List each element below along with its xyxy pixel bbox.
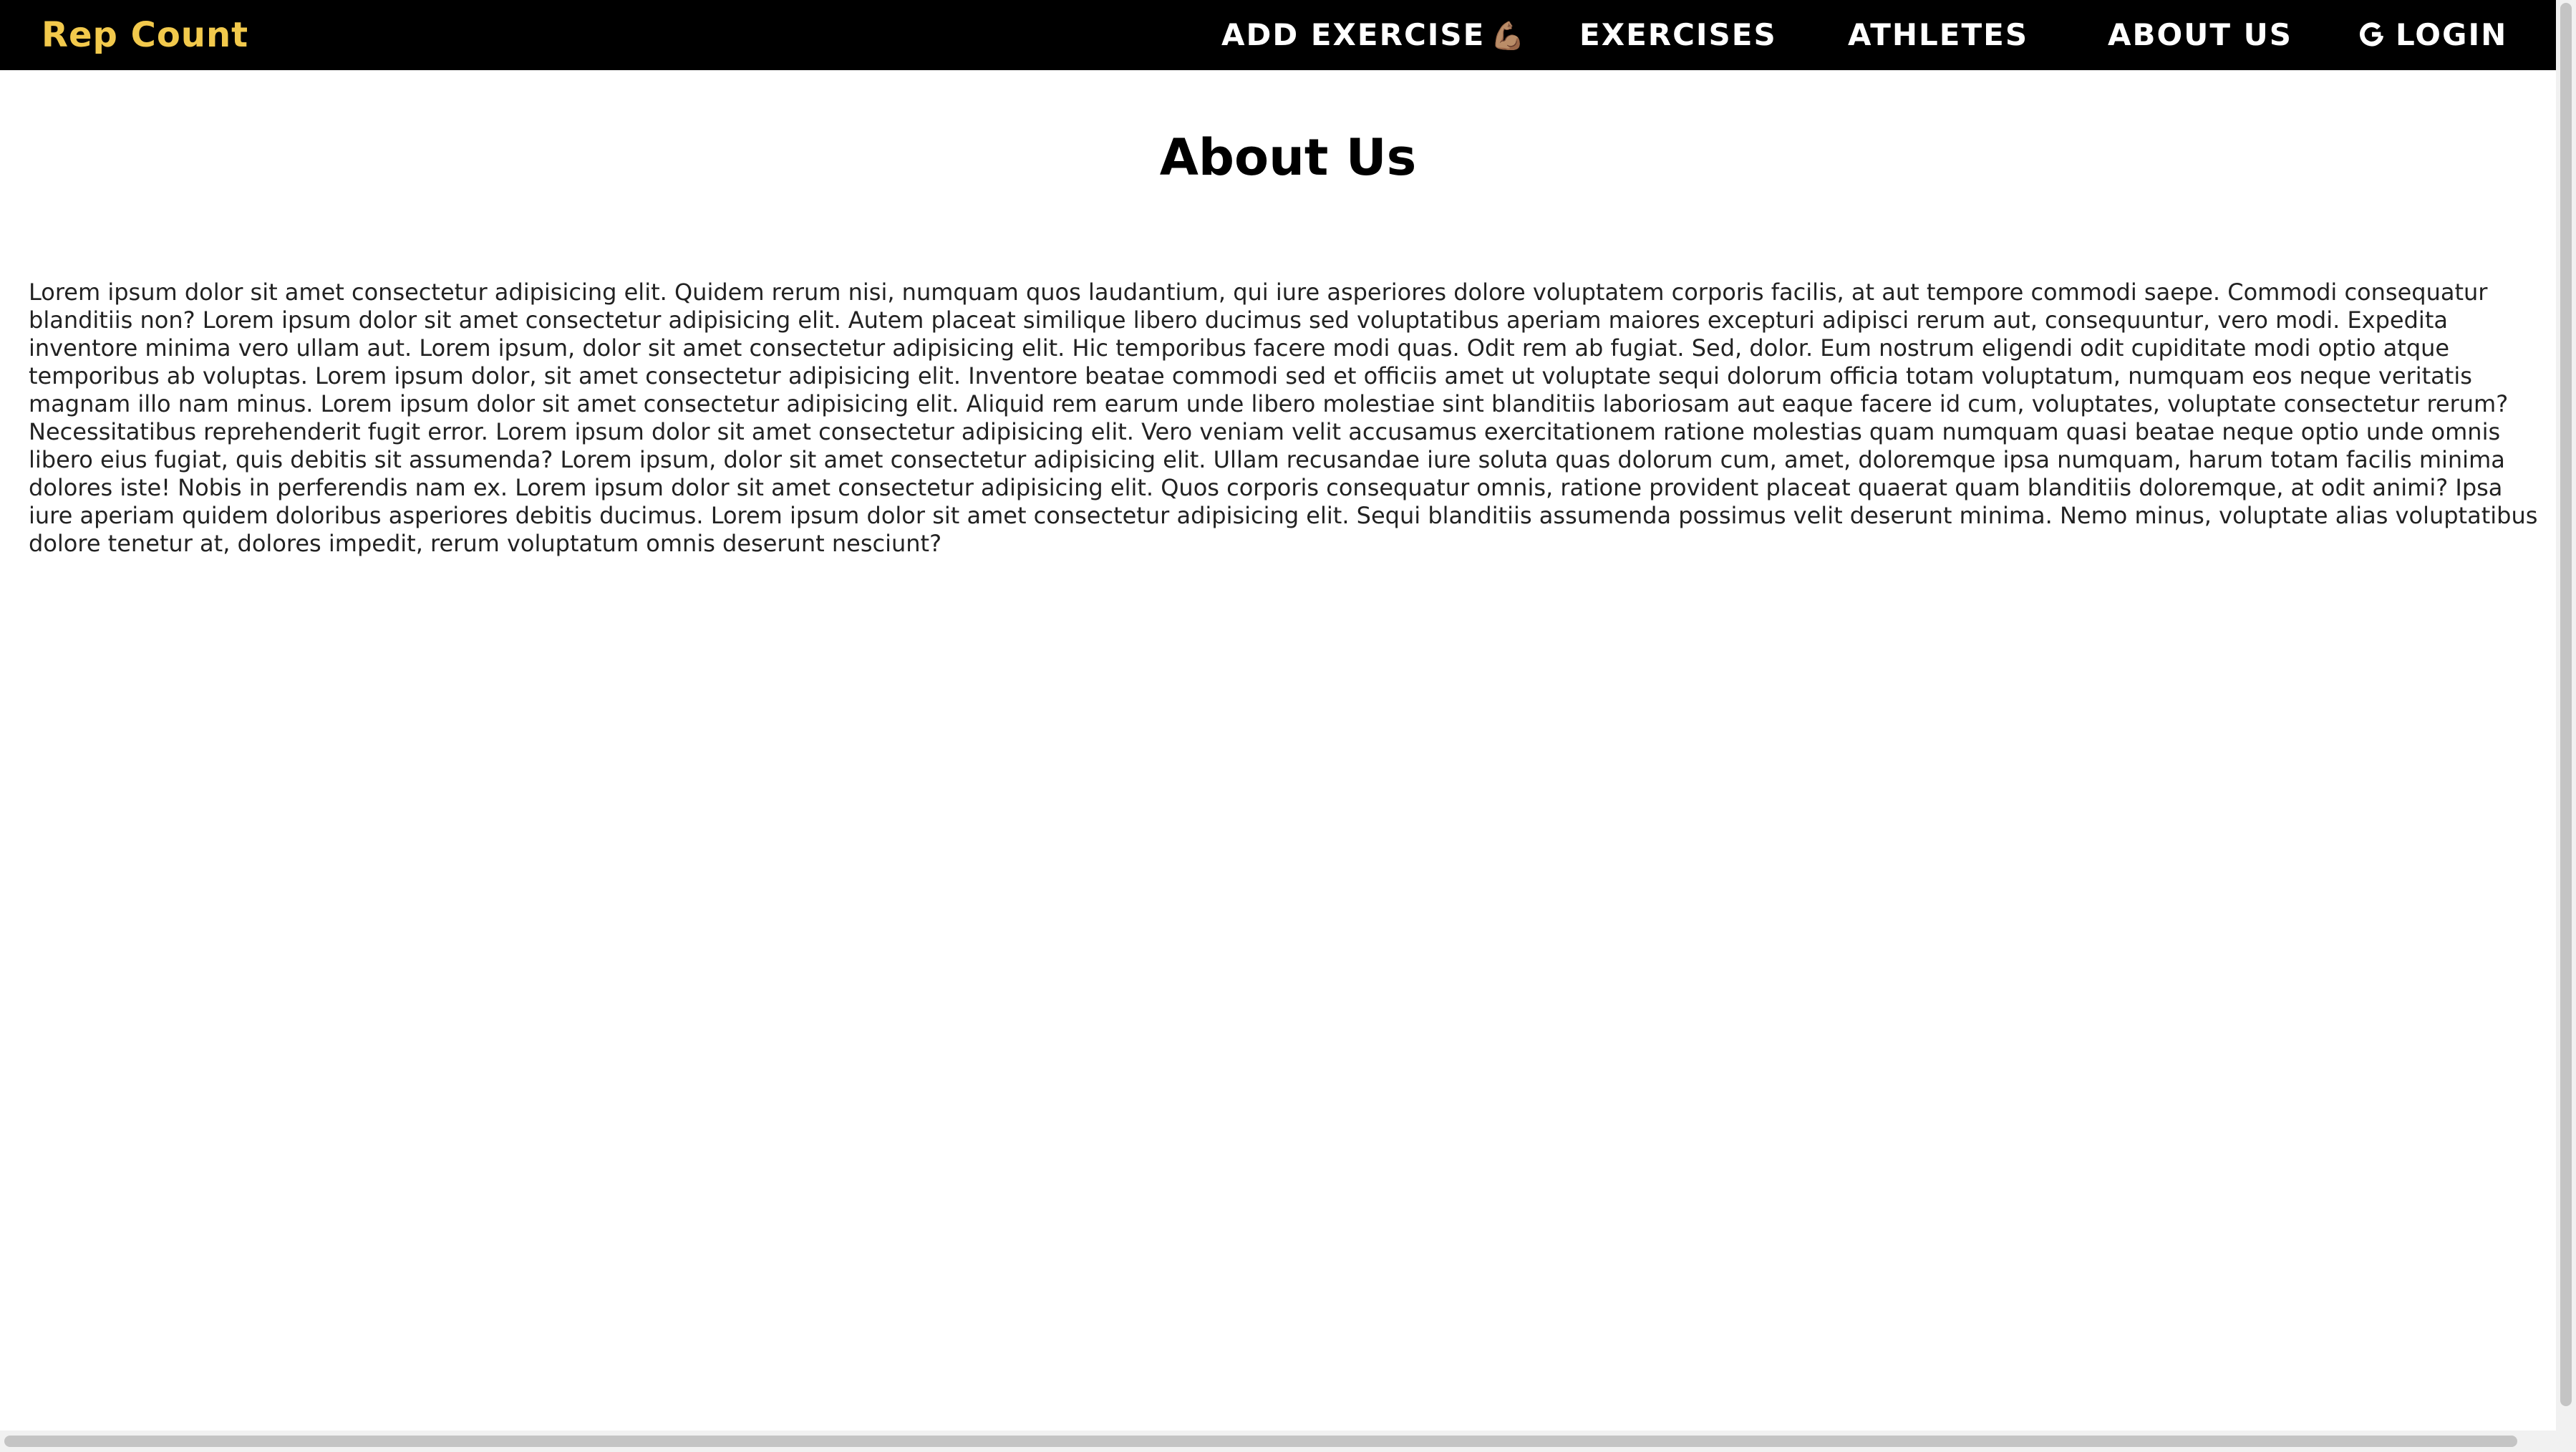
brand-logo[interactable]: Rep Count	[42, 12, 248, 58]
nav-athletes[interactable]: ATHLETES	[1848, 12, 2028, 58]
google-g-icon	[2360, 21, 2384, 47]
navbar: Rep Count ADD EXERCISE 💪🏽 EXERCISES ATHLE…	[0, 0, 2556, 70]
page-title: About Us	[1159, 128, 1417, 187]
nav-login-label: LOGIN	[2396, 17, 2508, 52]
vertical-scrollbar-thumb[interactable]	[2560, 3, 2572, 1406]
horizontal-scrollbar-thumb[interactable]	[4, 1436, 2517, 1447]
vertical-scrollbar[interactable]	[2556, 0, 2576, 1431]
horizontal-scrollbar[interactable]	[0, 1431, 2576, 1452]
page: Rep Count ADD EXERCISE 💪🏽 EXERCISES ATHLE…	[0, 0, 2576, 1452]
nav-add-exercise-label: ADD EXERCISE	[1221, 17, 1486, 52]
nav-about-us[interactable]: ABOUT US	[2108, 12, 2292, 58]
nav-add-exercise[interactable]: ADD EXERCISE 💪🏽	[1221, 12, 1526, 58]
nav-login[interactable]: LOGIN	[2358, 12, 2507, 58]
about-paragraph: Lorem ipsum dolor sit amet consectetur a…	[29, 279, 2538, 557]
nav-exercises[interactable]: EXERCISES	[1579, 12, 1777, 58]
flexed-biceps-icon: 💪🏽	[1491, 20, 1526, 52]
